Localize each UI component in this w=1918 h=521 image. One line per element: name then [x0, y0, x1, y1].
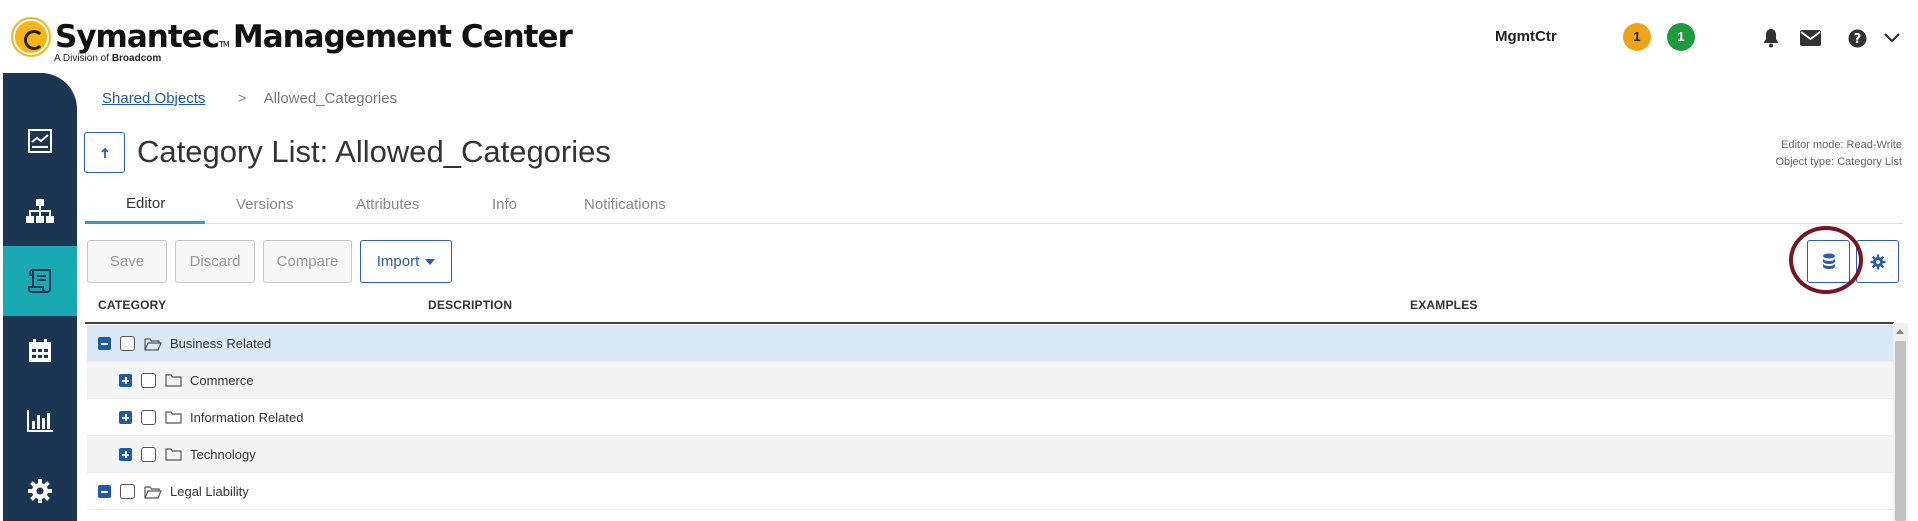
- ok-count-badge[interactable]: 1: [1667, 23, 1695, 51]
- scrollbar-thumb[interactable]: [1895, 341, 1906, 521]
- scroll-up-arrow-icon[interactable]: [1896, 329, 1904, 334]
- svg-text:?: ?: [1853, 32, 1861, 47]
- row-checkbox[interactable]: [120, 484, 135, 499]
- compare-button[interactable]: Compare: [263, 240, 352, 283]
- trademark-mark: TM: [219, 40, 230, 49]
- page-title: Category List: Allowed_Categories: [137, 134, 611, 169]
- category-tree: Business Related Commerce Information Re…: [87, 325, 1894, 510]
- folder-open-icon: [144, 485, 162, 499]
- symantec-logo-icon: [13, 19, 49, 55]
- collapse-icon[interactable]: [98, 337, 111, 350]
- folder-icon: [165, 448, 182, 461]
- row-label: Business Related: [170, 336, 272, 351]
- tab-versions[interactable]: Versions: [236, 188, 294, 224]
- highlight-annotation: [1789, 226, 1863, 294]
- expand-icon[interactable]: [119, 411, 132, 424]
- warning-count-badge[interactable]: 1: [1623, 23, 1651, 51]
- product-name: Management Center: [232, 19, 573, 55]
- gear-icon: [1870, 254, 1885, 269]
- breadcrumb-current: Allowed_Categories: [263, 90, 398, 107]
- column-header-description[interactable]: DESCRIPTION: [428, 298, 512, 312]
- top-header: SymantecTM Management Center A Division o…: [0, 0, 1918, 70]
- expand-icon[interactable]: [119, 374, 132, 387]
- go-up-button[interactable]: [84, 132, 125, 173]
- object-type: Object type: Category List: [1775, 156, 1902, 168]
- table-row[interactable]: Technology: [87, 436, 1894, 473]
- row-label: Technology: [190, 447, 256, 462]
- folder-icon: [165, 411, 182, 424]
- row-label: Information Related: [190, 410, 304, 425]
- row-label: Commerce: [190, 373, 254, 388]
- table-row[interactable]: Legal Liability: [87, 473, 1894, 510]
- tab-bar: Editor Versions Attributes Info Notifica…: [85, 188, 1903, 224]
- breadcrumb-shared-objects[interactable]: Shared Objects: [102, 90, 205, 107]
- tab-notifications[interactable]: Notifications: [584, 188, 666, 224]
- save-button[interactable]: Save: [87, 240, 167, 283]
- folder-open-icon: [144, 337, 162, 351]
- collapse-icon[interactable]: [98, 485, 111, 498]
- object-meta: Editor mode: Read-Write Object type: Cat…: [1775, 137, 1902, 171]
- caret-down-icon: [425, 258, 436, 265]
- table-header-divider: [85, 322, 1894, 324]
- expand-icon[interactable]: [119, 448, 132, 461]
- subbrand-company: Broadcom: [111, 53, 162, 64]
- left-navigation: [3, 73, 77, 521]
- brand-name: Symantec: [55, 19, 220, 55]
- column-header-examples[interactable]: EXAMPLES: [1410, 298, 1478, 312]
- discard-button[interactable]: Discard: [175, 240, 255, 283]
- editor-mode: Editor mode: Read-Write: [1781, 139, 1902, 151]
- network-icon[interactable]: [3, 176, 77, 246]
- breadcrumb: Shared Objects > Allowed_Categories: [102, 90, 397, 107]
- policy-icon[interactable]: [3, 246, 77, 316]
- row-checkbox[interactable]: [120, 336, 135, 351]
- tab-attributes[interactable]: Attributes: [356, 188, 419, 224]
- bell-icon[interactable]: [1760, 27, 1782, 49]
- import-label: Import: [376, 253, 420, 270]
- help-icon[interactable]: ?: [1846, 27, 1868, 49]
- dashboard-icon[interactable]: [3, 106, 77, 176]
- row-checkbox[interactable]: [141, 410, 156, 425]
- import-button[interactable]: Import: [360, 240, 452, 283]
- row-checkbox[interactable]: [141, 373, 156, 388]
- breadcrumb-separator: >: [237, 90, 247, 107]
- reports-icon[interactable]: [3, 386, 77, 456]
- mail-icon[interactable]: [1799, 27, 1821, 49]
- arrow-up-icon: [100, 147, 109, 158]
- tab-info[interactable]: Info: [492, 188, 517, 224]
- folder-icon: [165, 374, 182, 387]
- column-header-category[interactable]: CATEGORY: [98, 298, 166, 312]
- chevron-down-icon[interactable]: [1881, 27, 1903, 49]
- table-row[interactable]: Commerce: [87, 362, 1894, 399]
- subbrand-prefix: A Division of: [54, 53, 110, 64]
- subbrand: A Division of Broadcom: [54, 53, 161, 64]
- row-label: Legal Liability: [170, 484, 249, 499]
- table-row[interactable]: Business Related: [87, 325, 1894, 362]
- instance-name[interactable]: MgmtCtr: [1495, 28, 1557, 45]
- table-row[interactable]: Information Related: [87, 399, 1894, 436]
- calendar-icon[interactable]: [3, 316, 77, 386]
- row-checkbox[interactable]: [141, 447, 156, 462]
- brand-title: SymantecTM Management Center: [55, 19, 573, 55]
- vertical-scrollbar[interactable]: [1893, 323, 1908, 521]
- tab-editor[interactable]: Editor: [85, 188, 205, 224]
- settings-icon[interactable]: [3, 456, 77, 521]
